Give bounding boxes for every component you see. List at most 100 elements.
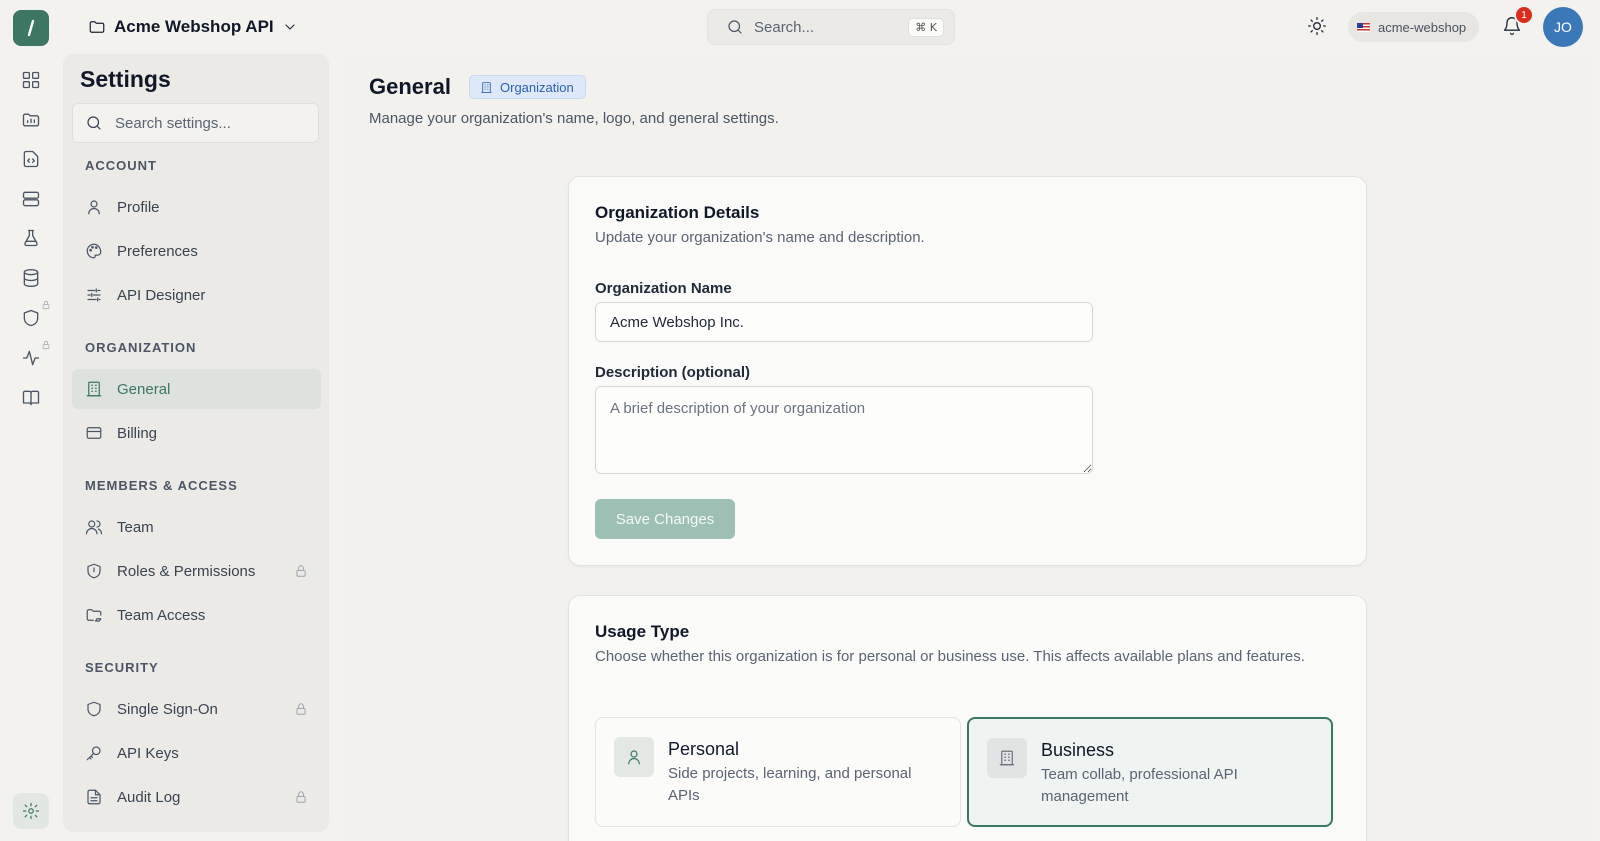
section-organization: ORGANIZATION	[85, 340, 197, 355]
lock-icon	[41, 300, 51, 310]
credit-card-icon	[86, 427, 102, 439]
nav-item-billing[interactable]: Billing	[72, 413, 321, 453]
search-placeholder: Search...	[754, 18, 815, 36]
description-textarea[interactable]	[595, 386, 1093, 474]
lock-icon	[296, 565, 306, 577]
section-account: ACCOUNT	[85, 158, 157, 173]
usage-option-description: Side projects, learning, and personal AP…	[668, 765, 912, 804]
page-subtitle: Manage your organization's name, logo, a…	[369, 110, 779, 127]
project-name: Acme Webshop API	[114, 17, 274, 36]
settings-search-input[interactable]: Search settings...	[72, 103, 319, 143]
nav-item-team[interactable]: Team	[72, 507, 321, 547]
app-logo[interactable]	[13, 10, 49, 46]
lock-icon	[296, 791, 306, 803]
user-icon	[614, 737, 654, 777]
organization-badge-label: Organization	[500, 79, 574, 95]
card-title: Usage Type	[595, 622, 690, 641]
nav-item-api-keys[interactable]: API Keys	[72, 733, 321, 773]
nav-label-team: Team	[117, 518, 154, 536]
nav-label-billing: Billing	[117, 424, 158, 442]
org-slug: acme-webshop	[1378, 19, 1467, 35]
settings-icon[interactable]	[13, 793, 49, 829]
nav-label-roles-permissions: Roles & Permissions	[117, 562, 256, 580]
theme-toggle-button[interactable]	[1307, 16, 1331, 40]
icon-rail	[0, 54, 62, 841]
chevron-down-icon	[285, 24, 295, 30]
nav-item-profile[interactable]: Profile	[72, 187, 321, 227]
shield-icon	[87, 701, 101, 717]
nav-item-roles-permissions[interactable]: Roles & Permissions	[72, 551, 321, 591]
database-icon[interactable]	[21, 268, 41, 288]
book-icon[interactable]	[21, 388, 41, 408]
search-icon	[728, 20, 742, 34]
nav-label-api-keys: API Keys	[117, 744, 179, 762]
usage-option-description: Team collab, professional API management	[1041, 766, 1238, 805]
card-subtitle: Choose whether this organization is for …	[595, 648, 1305, 665]
folder-chart-icon[interactable]	[21, 110, 41, 130]
top-bar: Acme Webshop API Search... ⌘ K acme-webs…	[0, 0, 1600, 54]
slash-logo-icon	[27, 19, 35, 37]
section-security: SECURITY	[85, 660, 159, 675]
card-title: Organization Details	[595, 203, 760, 222]
users-icon	[85, 520, 103, 535]
nav-label-api-designer: API Designer	[117, 286, 206, 304]
settings-search-placeholder: Search settings...	[115, 114, 231, 132]
key-icon	[86, 746, 101, 761]
sliders-icon	[87, 288, 101, 302]
nav-label-team-access: Team Access	[117, 606, 206, 624]
settings-sidebar: Settings Search settings... ACCOUNT Prof…	[63, 54, 329, 832]
global-search[interactable]: Search... ⌘ K	[707, 9, 955, 45]
server-icon[interactable]	[21, 189, 41, 209]
nav-label-audit-log: Audit Log	[117, 788, 181, 806]
user-icon	[88, 200, 100, 215]
notification-count-badge: 1	[1514, 5, 1534, 25]
usage-option-title: Personal	[668, 739, 740, 759]
nav-item-audit-log[interactable]: Audit Log	[72, 777, 321, 817]
building-icon	[481, 81, 492, 93]
nav-item-general[interactable]: General	[72, 369, 321, 409]
nav-item-api-designer[interactable]: API Designer	[72, 275, 321, 315]
nav-item-preferences[interactable]: Preferences	[72, 231, 321, 271]
folder-icon	[89, 21, 105, 33]
nav-label-general: General	[117, 380, 171, 398]
folder-user-icon	[86, 609, 102, 622]
palette-icon	[86, 243, 102, 259]
org-switcher[interactable]: acme-webshop	[1348, 12, 1480, 42]
nav-label-preferences: Preferences	[117, 242, 198, 260]
usage-option-personal[interactable]: Personal Side projects, learning, and pe…	[595, 717, 961, 827]
dashboard-icon[interactable]	[21, 70, 41, 90]
shield-icon[interactable]	[21, 308, 41, 328]
organization-name-input[interactable]	[595, 302, 1093, 342]
usage-type-card: Usage Type Choose whether this organizat…	[568, 595, 1367, 841]
activity-icon[interactable]	[21, 348, 41, 368]
file-code-icon[interactable]	[21, 149, 41, 169]
organization-name-label: Organization Name	[595, 280, 732, 297]
settings-title: Settings	[80, 66, 171, 92]
organization-badge: Organization	[469, 75, 586, 99]
user-avatar[interactable]: JO	[1543, 7, 1583, 47]
main-content: General Organization Manage your organiz…	[343, 54, 1592, 841]
search-shortcut: ⌘ K	[908, 17, 944, 37]
building-icon	[987, 738, 1027, 778]
section-members-access: MEMBERS & ACCESS	[85, 478, 238, 493]
card-subtitle: Update your organization's name and desc…	[595, 229, 925, 246]
lock-icon	[296, 703, 306, 715]
page-title: General	[369, 74, 451, 99]
nav-label-single-sign-on: Single Sign-On	[117, 700, 218, 718]
search-icon	[87, 116, 101, 130]
flask-icon[interactable]	[21, 228, 41, 248]
save-changes-button[interactable]: Save Changes	[595, 499, 735, 539]
usage-option-business[interactable]: Business Team collab, professional API m…	[967, 717, 1333, 827]
nav-item-single-sign-on[interactable]: Single Sign-On	[72, 689, 321, 729]
usage-option-title: Business	[1041, 740, 1115, 760]
us-flag-icon	[1357, 22, 1370, 32]
project-switcher[interactable]: Acme Webshop API	[88, 14, 298, 40]
building-icon	[86, 381, 102, 397]
sun-icon	[1308, 17, 1326, 35]
file-text-icon	[87, 789, 101, 805]
shield-icon	[87, 563, 101, 579]
lock-icon	[41, 340, 51, 350]
description-label: Description (optional)	[595, 364, 750, 381]
nav-item-team-access[interactable]: Team Access	[72, 595, 321, 635]
organization-details-card: Organization Details Update your organiz…	[568, 176, 1367, 566]
